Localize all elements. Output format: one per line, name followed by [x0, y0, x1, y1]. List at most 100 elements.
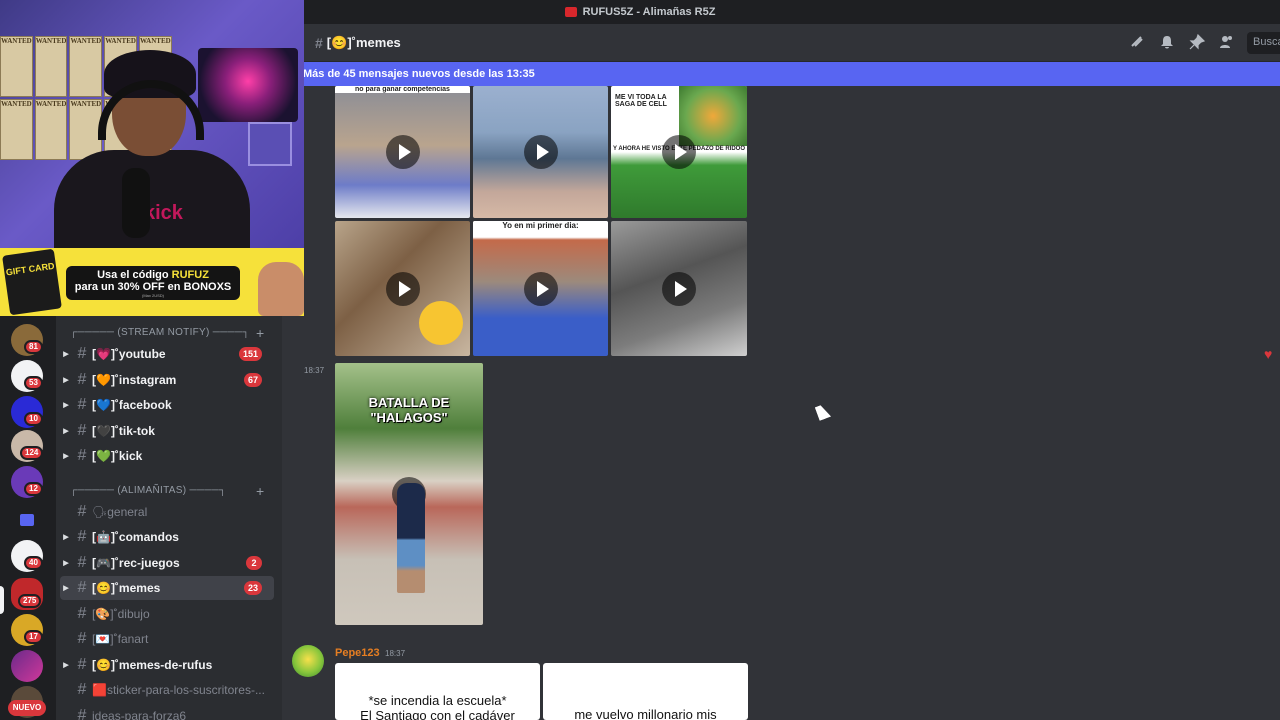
video-thumbnail[interactable] — [611, 221, 747, 356]
channel-label: [🎮]˚rec-juegos — [92, 556, 180, 570]
channel-youtube[interactable]: ▶ # [💗]˚youtube 151 — [60, 342, 274, 366]
card-line: me vuelvo millonario mis — [574, 707, 717, 720]
play-icon[interactable] — [385, 271, 420, 306]
channel-sidebar: ┌───── (STREAM NOTIFY) ────┐ + ▶ # [💗]˚yo… — [56, 316, 282, 720]
channel-header: # [😊]˚memes Busca — [303, 24, 1280, 62]
chevron-right-icon: ▶ — [63, 560, 69, 567]
server-badge: 124 — [20, 446, 44, 460]
chevron-right-icon: ▶ — [63, 662, 69, 669]
channel-label: [💗]˚youtube — [92, 347, 166, 361]
pin-icon[interactable] — [1189, 33, 1206, 50]
channel-facebook[interactable]: ▶ # [💙]˚facebook — [60, 393, 274, 417]
message-author[interactable]: Pepe123 — [335, 647, 380, 659]
play-icon[interactable] — [662, 271, 696, 306]
play-icon[interactable] — [385, 135, 420, 169]
video-thumbnail[interactable]: no para ganar competencias — [335, 86, 470, 218]
chevron-right-icon: ▶ — [63, 585, 69, 592]
channel-label: 🟥sticker-para-los-suscritores-... — [92, 683, 265, 697]
category-label: ┌───── (ALIMAÑITAS) ────┐ — [70, 485, 227, 496]
category-label: ┌───── (STREAM NOTIFY) ────┐ — [70, 327, 250, 338]
channel-memes[interactable]: ▶ # [😊]˚memes 23 — [60, 576, 274, 600]
server-icon[interactable] — [11, 650, 43, 682]
video-thumbnail[interactable]: ME VI TODA LA SAGA DE CELL Y AHORA HE VI… — [611, 86, 747, 218]
channel-memes-de-rufus[interactable]: ▶ # [😊]˚memes-de-rufus — [60, 653, 274, 677]
unread-badge: 151 — [238, 347, 262, 361]
unread-badge: 67 — [243, 373, 262, 387]
video-thumbnail[interactable]: Yo en mi primer dia: — [473, 221, 608, 356]
window-title: RUFUS5Z - Alimañas R5Z — [582, 6, 716, 18]
channel-label: [💚]˚kick — [92, 449, 143, 463]
channel-sticker[interactable]: # 🟥sticker-para-los-suscritores-... — [60, 678, 274, 702]
channel-instagram[interactable]: ▶ # [🧡]˚instagram 67 — [60, 368, 274, 392]
server-badge: 40 — [24, 556, 43, 570]
hash-icon: # — [77, 630, 87, 647]
channel-label: 🗣general — [92, 505, 148, 519]
channel-fanart[interactable]: # [💌]˚fanart — [60, 627, 274, 651]
hash-icon: # — [77, 605, 87, 622]
category-stream-notify[interactable]: ┌───── (STREAM NOTIFY) ────┐ + — [70, 325, 264, 341]
add-channel-icon[interactable]: + — [256, 483, 264, 499]
hash-icon: # — [77, 503, 87, 520]
channel-label: [💙]˚facebook — [92, 398, 172, 412]
message-timestamp: 18:37 — [385, 649, 406, 658]
channel-label: [💌]˚fanart — [92, 632, 149, 646]
channel-ideas-para-forza6[interactable]: # ideas-para-forza6 — [60, 704, 274, 720]
server-list: 81 53 10 124 12 40 275 17 NUEVO — [0, 316, 56, 720]
server-badge: 10 — [24, 412, 43, 426]
video-thumbnail[interactable] — [473, 86, 608, 218]
card-line: *se incendia la escuela* — [368, 693, 507, 708]
hash-icon: # — [77, 656, 87, 673]
avatar[interactable] — [292, 645, 324, 677]
channel-tik-tok[interactable]: ▶ # [🖤]˚tik-tok — [60, 419, 274, 443]
video-thumbnail[interactable]: BATALLA DE "HALAGOS" — [335, 363, 483, 625]
server-badge: 12 — [24, 482, 43, 496]
category-alimanitas[interactable]: ┌───── (ALIMAÑITAS) ────┐ + — [70, 483, 264, 499]
folder-icon[interactable] — [20, 514, 34, 526]
channel-label: [🎨]˚dibujo — [92, 607, 150, 621]
card-line: El Santiago con el cadáver — [360, 708, 515, 720]
hash-icon: # — [315, 34, 323, 51]
channel-title: # [😊]˚memes — [315, 35, 401, 51]
unread-badge: 23 — [243, 581, 262, 595]
channel-label: [🧡]˚instagram — [92, 373, 177, 387]
add-channel-icon[interactable]: + — [256, 325, 264, 341]
selected-server-pip — [0, 586, 4, 614]
streamer-body: kick — [54, 150, 250, 248]
channel-rec-juegos[interactable]: ▶ # [🎮]˚rec-juegos 2 — [60, 551, 274, 575]
meme-card[interactable]: me vuelvo millonario mis — [543, 663, 748, 720]
hash-icon: # — [77, 447, 87, 464]
channel-comandos[interactable]: ▶ # [🤖]˚comandos — [60, 525, 274, 549]
bell-icon[interactable] — [1159, 34, 1175, 50]
server-badge: 53 — [24, 376, 43, 390]
promo-text: Usa el código RUFUZ para un 30% OFF en B… — [66, 266, 240, 300]
channel-general[interactable]: # 🗣general — [60, 500, 274, 524]
hash-icon: # — [77, 371, 87, 388]
gift-card-icon: GIFT CARD — [2, 248, 62, 316]
search-input[interactable]: Busca — [1247, 32, 1280, 54]
hash-icon: # — [77, 528, 87, 545]
play-icon[interactable] — [523, 271, 558, 306]
threads-icon[interactable] — [1129, 34, 1145, 50]
video-thumbnail[interactable] — [335, 221, 470, 356]
channel-dibujo[interactable]: # [🎨]˚dibujo — [60, 602, 274, 626]
heart-icon: ♥ — [1264, 346, 1273, 362]
youtube-icon — [564, 7, 577, 17]
new-badge: NUEVO — [8, 700, 46, 716]
members-icon[interactable] — [1219, 34, 1235, 50]
meme-card[interactable]: *se incendia la escuela* El Santiago con… — [335, 663, 540, 720]
pointing-hand-icon — [258, 262, 304, 316]
channel-title-text: [😊]˚memes — [326, 34, 401, 50]
channel-kick[interactable]: ▶ # [💚]˚kick — [60, 444, 274, 468]
chevron-right-icon: ▶ — [63, 377, 69, 384]
play-icon[interactable] — [662, 135, 696, 169]
channel-label: [😊]˚memes-de-rufus — [92, 658, 213, 672]
microphone-icon — [122, 168, 150, 238]
new-messages-bar[interactable]: Más de 45 mensajes nuevos desde las 13:3… — [303, 62, 1280, 86]
video-caption: no para ganar competencias — [335, 86, 470, 93]
hash-icon: # — [77, 345, 87, 362]
channel-label: [😊]˚memes — [92, 581, 161, 595]
play-icon[interactable] — [523, 135, 558, 169]
video-caption: ME VI TODA LA SAGA DE CELL — [615, 94, 667, 108]
message-timestamp: 18:37 — [304, 366, 325, 375]
video-caption: Yo en mi primer dia: — [473, 221, 608, 230]
